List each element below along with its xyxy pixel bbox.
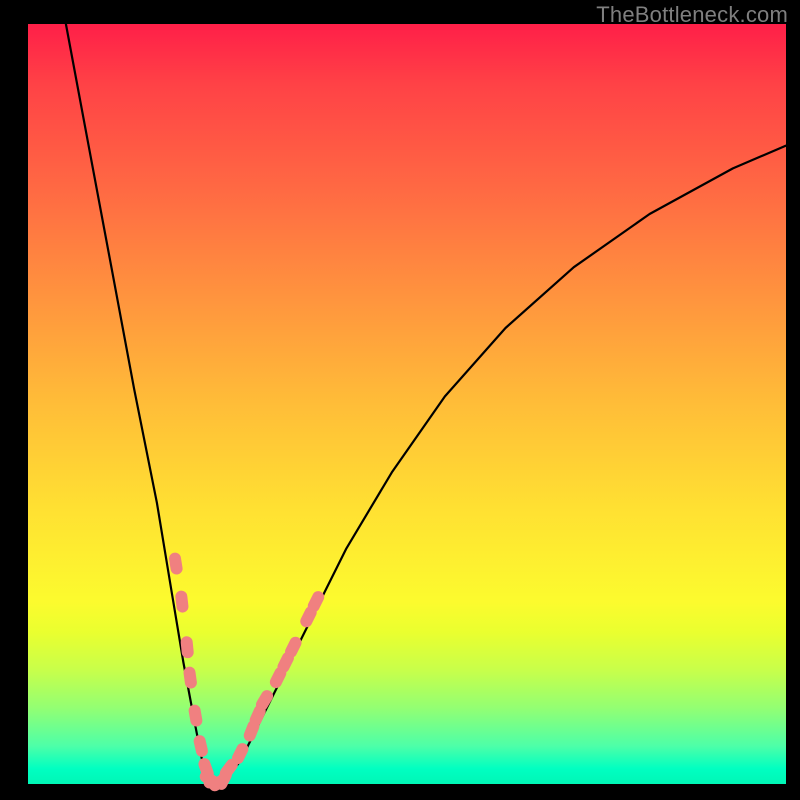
highlight-dot bbox=[168, 552, 183, 576]
chart-svg bbox=[0, 0, 800, 800]
curve-path bbox=[66, 24, 786, 784]
highlight-dot bbox=[188, 704, 204, 728]
highlight-dot bbox=[192, 734, 209, 758]
curve-line bbox=[66, 24, 786, 784]
highlight-dot bbox=[175, 590, 189, 613]
watermark-text: TheBottleneck.com bbox=[596, 2, 788, 28]
highlight-dot bbox=[183, 666, 198, 689]
highlight-markers bbox=[168, 552, 326, 794]
